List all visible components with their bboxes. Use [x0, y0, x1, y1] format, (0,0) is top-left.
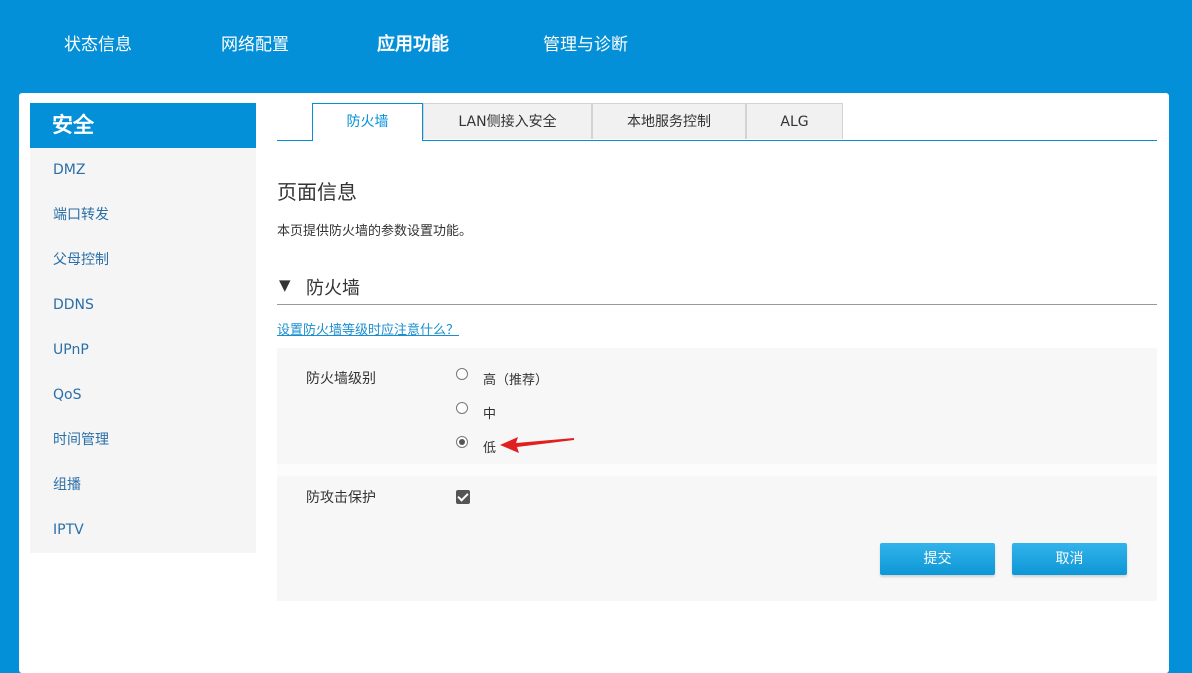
tab-local-service-control[interactable]: 本地服务控制 — [592, 103, 746, 139]
tab-alg[interactable]: ALG — [746, 103, 843, 139]
radio-label-high: 高（推荐） — [483, 373, 549, 388]
sidebar-item-upnp[interactable]: UPnP — [30, 328, 256, 373]
attack-protection-label: 防攻击保护 — [306, 490, 376, 506]
tab-lan-access-security[interactable]: LAN侧接入安全 — [423, 103, 592, 139]
sidebar: 安全 DMZ 端口转发 父母控制 DDNS UPnP QoS 时间管理 组播 I… — [30, 103, 256, 553]
radio-level-high[interactable] — [456, 368, 468, 380]
sidebar-item-multicast[interactable]: 组播 — [30, 463, 256, 508]
tab-firewall[interactable]: 防火墙 — [312, 103, 423, 141]
sidebar-item-dmz[interactable]: DMZ — [30, 148, 256, 193]
cancel-button[interactable]: 取消 — [1012, 543, 1127, 575]
nav-status-info[interactable]: 状态信息 — [64, 30, 132, 55]
section-header-firewall[interactable]: ▼ 防火墙 — [277, 274, 1157, 305]
annotation-arrow-icon — [500, 437, 574, 453]
radio-label-low: 低 — [483, 441, 497, 456]
sidebar-item-port-forwarding[interactable]: 端口转发 — [30, 193, 256, 238]
section-title: 防火墙 — [306, 278, 360, 299]
nav-applications[interactable]: 应用功能 — [377, 30, 449, 56]
tab-bar: 防火墙 LAN侧接入安全 本地服务控制 ALG — [277, 103, 1157, 141]
firewall-level-help-link[interactable]: 设置防火墙等级时应注意什么？ — [277, 319, 459, 338]
page-description: 本页提供防火墙的参数设置功能。 — [277, 224, 473, 239]
sidebar-item-qos[interactable]: QoS — [30, 373, 256, 418]
nav-management-diagnostics[interactable]: 管理与诊断 — [543, 30, 628, 55]
form-divider — [277, 464, 1157, 476]
firewall-level-label: 防火墙级别 — [306, 371, 376, 387]
submit-button[interactable]: 提交 — [880, 543, 995, 575]
sidebar-item-iptv[interactable]: IPTV — [30, 508, 256, 553]
sidebar-item-parental-control[interactable]: 父母控制 — [30, 238, 256, 283]
radio-label-medium: 中 — [483, 407, 497, 422]
sidebar-item-time-management[interactable]: 时间管理 — [30, 418, 256, 463]
attack-protection-checkbox[interactable] — [456, 490, 470, 504]
radio-level-low[interactable] — [456, 436, 468, 448]
sidebar-item-ddns[interactable]: DDNS — [30, 283, 256, 328]
page-title: 页面信息 — [277, 180, 357, 204]
sidebar-header: 安全 — [30, 103, 256, 148]
collapse-triangle-icon[interactable]: ▼ — [279, 276, 291, 294]
top-navigation: 状态信息 网络配置 应用功能 管理与诊断 — [0, 0, 1192, 90]
radio-level-medium[interactable] — [456, 402, 468, 414]
main-panel: 安全 DMZ 端口转发 父母控制 DDNS UPnP QoS 时间管理 组播 I… — [19, 93, 1169, 673]
firewall-form: 防火墙级别 高（推荐） 中 低 防攻击保护 提交 取消 — [277, 348, 1157, 601]
nav-network-config[interactable]: 网络配置 — [221, 30, 289, 55]
